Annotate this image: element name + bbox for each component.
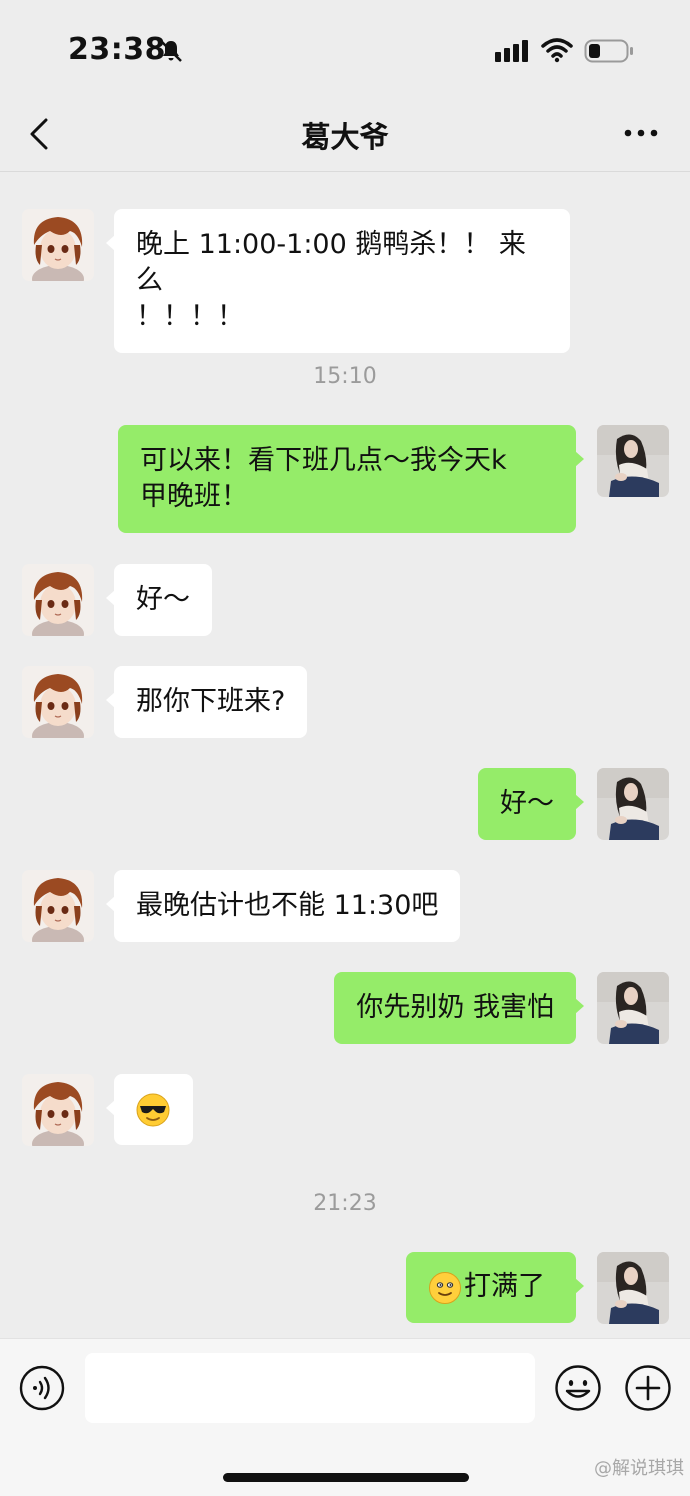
contact-avatar[interactable]: [22, 1074, 94, 1146]
message-bubble-outgoing[interactable]: 你先别奶 我害怕: [334, 972, 584, 1044]
my-avatar[interactable]: [597, 425, 669, 497]
contact-avatar[interactable]: [22, 666, 94, 738]
chat-title: 葛大爷: [301, 120, 389, 154]
message-bubble-outgoing[interactable]: 可以来！看下班几点～我今天k 甲晚班！: [118, 425, 584, 533]
input-bar: @解说琪琪: [0, 1338, 690, 1496]
status-time: 23:38: [68, 32, 166, 67]
watermark: @解说琪琪: [594, 1458, 684, 1479]
message-bubble-incoming[interactable]: [106, 1074, 193, 1145]
message-bubble-outgoing[interactable]: 打满了: [406, 1252, 584, 1323]
message-bubble-outgoing[interactable]: 好～: [478, 768, 584, 840]
message-bubble-incoming[interactable]: 那你下班来?: [105, 666, 308, 738]
message-text: 打满了: [464, 1271, 545, 1302]
home-indicator: [223, 1473, 469, 1482]
smile-emoji-icon: [429, 1272, 461, 1304]
nav-bar: 葛大爷: [0, 100, 690, 172]
contact-avatar[interactable]: [22, 870, 94, 942]
contact-avatar[interactable]: [22, 564, 94, 636]
my-avatar[interactable]: [597, 768, 669, 840]
message-bubble-incoming[interactable]: 晚上 11:00-1:00 鹅鸭杀！！ 来么 ！！！！: [106, 209, 570, 353]
plus-icon[interactable]: [624, 1364, 672, 1412]
message-bubble-incoming[interactable]: 最晚估计也不能 11:30吧: [105, 870, 461, 942]
status-bar: 23:38: [0, 0, 690, 100]
battery-icon: [584, 39, 633, 63]
more-options-icon[interactable]: [622, 120, 660, 146]
cool-sunglasses-emoji-icon: [136, 1093, 170, 1127]
message-timestamp: 15:10: [313, 364, 377, 389]
cellular-signal-icon: [495, 40, 528, 62]
message-input[interactable]: [85, 1353, 535, 1423]
message-timestamp: 21:23: [313, 1191, 377, 1216]
emoji-icon[interactable]: [554, 1364, 602, 1412]
bell-mute-icon: [160, 40, 182, 62]
my-avatar[interactable]: [597, 1252, 669, 1324]
wifi-icon: [541, 38, 573, 63]
contact-avatar[interactable]: [22, 209, 94, 281]
voice-input-icon[interactable]: [19, 1365, 65, 1411]
message-bubble-incoming[interactable]: 好～: [106, 564, 212, 636]
my-avatar[interactable]: [597, 972, 669, 1044]
